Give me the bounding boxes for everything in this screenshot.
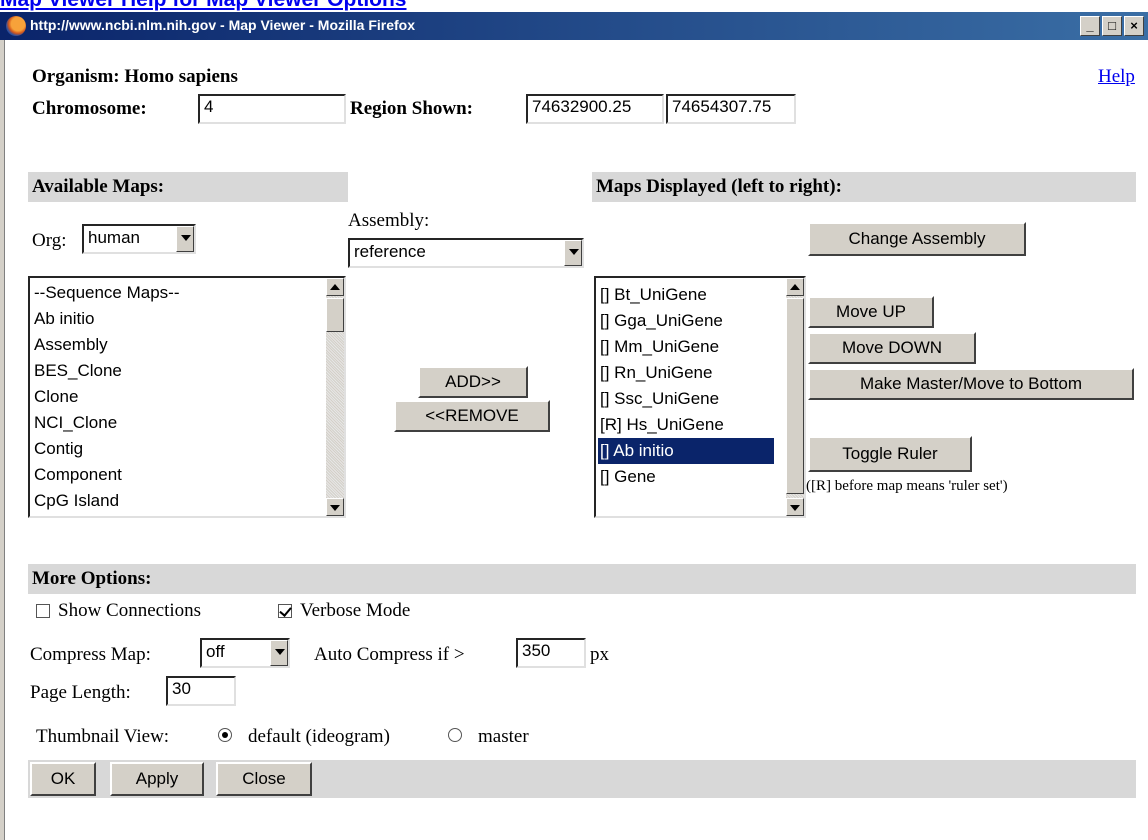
maps-displayed-header: Maps Displayed (left to right): [592, 172, 1136, 202]
displayed-list-scrollbar[interactable] [786, 278, 804, 516]
thumbnail-master-radio[interactable] [448, 728, 462, 742]
scroll-thumb[interactable] [326, 298, 344, 332]
top-help-link[interactable]: Map Viewer Help for Map Viewer Options [0, 0, 700, 12]
apply-button[interactable]: Apply [110, 762, 204, 796]
thumbnail-master-label: master [478, 726, 529, 747]
assembly-select-value: reference [354, 242, 426, 261]
toggle-ruler-button[interactable]: Toggle Ruler [808, 436, 972, 472]
ruler-note: ([R] before map means 'ruler set') [806, 478, 1008, 494]
thumbnail-default-radio[interactable] [218, 728, 232, 742]
page-length-label: Page Length: [30, 682, 131, 703]
list-item[interactable]: Contig [34, 436, 83, 462]
list-item[interactable]: [] Rn_UniGene [600, 360, 712, 386]
scroll-down-icon[interactable] [786, 498, 804, 516]
auto-compress-input[interactable]: 350 [516, 638, 586, 668]
region-end-input[interactable]: 74654307.75 [666, 94, 796, 124]
available-maps-list[interactable]: --Sequence Maps-- Ab initio Assembly BES… [28, 276, 346, 518]
minimize-button[interactable]: _ [1080, 16, 1100, 36]
chevron-down-icon [176, 226, 194, 252]
scroll-up-icon[interactable] [786, 278, 804, 296]
verbose-mode-label: Verbose Mode [300, 600, 411, 621]
show-connections-checkbox[interactable] [36, 604, 50, 618]
list-item[interactable]: Ab initio [34, 306, 94, 332]
scroll-thumb[interactable] [786, 298, 804, 494]
help-link[interactable]: Help [1098, 66, 1135, 88]
organism-row: Organism: Homo sapiens [32, 66, 238, 88]
assembly-label: Assembly: [348, 210, 430, 231]
chevron-down-icon [270, 640, 288, 666]
add-button[interactable]: ADD>> [418, 366, 528, 398]
maps-displayed-list[interactable]: [] Bt_UniGene [] Gga_UniGene [] Mm_UniGe… [594, 276, 806, 518]
maximize-button[interactable]: □ [1102, 16, 1122, 36]
list-item[interactable]: Clone [34, 384, 78, 410]
thumbnail-default-label: default (ideogram) [248, 726, 390, 747]
compress-map-value: off [206, 642, 225, 661]
list-item-selected[interactable]: [] Ab initio [597, 437, 775, 465]
list-item[interactable]: [] Mm_UniGene [600, 334, 719, 360]
organism-label: Organism: [32, 66, 120, 87]
available-list-scrollbar[interactable] [326, 278, 344, 516]
org-select[interactable]: human [82, 224, 196, 254]
chromosome-input[interactable]: 4 [198, 94, 346, 124]
available-maps-heading: Available Maps: [32, 176, 165, 197]
more-options-header: More Options: [28, 564, 1136, 594]
make-master-button[interactable]: Make Master/Move to Bottom [808, 368, 1134, 400]
org-label: Org: [32, 230, 67, 251]
show-connections-label: Show Connections [58, 600, 202, 621]
list-item[interactable]: CpG Island [34, 488, 119, 514]
window-frame-left [0, 40, 5, 840]
close-button[interactable]: Close [216, 762, 312, 796]
thumbnail-view-label: Thumbnail View: [36, 726, 170, 747]
firefox-icon [6, 16, 26, 36]
auto-compress-label: Auto Compress if > [314, 644, 465, 665]
list-item[interactable]: [] Ssc_UniGene [600, 386, 719, 412]
list-item[interactable]: BES_Clone [34, 358, 122, 384]
list-item[interactable]: [] Gene [600, 464, 656, 490]
move-down-button[interactable]: Move DOWN [808, 332, 976, 364]
list-item[interactable]: [R] Hs_UniGene [600, 412, 724, 438]
auto-compress-unit: px [590, 644, 609, 665]
chevron-down-icon [564, 240, 582, 266]
window-title: http://www.ncbi.nlm.nih.gov - Map Viewer… [30, 17, 416, 33]
list-item[interactable]: --Sequence Maps-- [34, 280, 180, 306]
scroll-down-icon[interactable] [326, 498, 344, 516]
assembly-select[interactable]: reference [348, 238, 584, 268]
chromosome-label: Chromosome: [32, 98, 147, 119]
org-select-value: human [88, 228, 140, 247]
organism-value: Homo sapiens [124, 66, 238, 87]
change-assembly-button[interactable]: Change Assembly [808, 222, 1026, 256]
list-item[interactable]: Assembly [34, 332, 108, 358]
compress-map-select[interactable]: off [200, 638, 290, 668]
maps-displayed-heading: Maps Displayed (left to right): [596, 176, 842, 197]
available-maps-header: Available Maps: [28, 172, 348, 202]
list-item[interactable]: [] Gga_UniGene [600, 308, 723, 334]
region-start-input[interactable]: 74632900.25 [526, 94, 664, 124]
close-window-button[interactable]: × [1124, 16, 1144, 36]
verbose-mode-checkbox[interactable] [278, 604, 292, 618]
region-label: Region Shown: [350, 98, 473, 119]
compress-map-label: Compress Map: [30, 644, 151, 665]
list-item[interactable]: NCI_Clone [34, 410, 117, 436]
scroll-up-icon[interactable] [326, 278, 344, 296]
page-length-input[interactable]: 30 [166, 676, 236, 706]
list-item[interactable]: [] Bt_UniGene [600, 282, 707, 308]
window-titlebar: http://www.ncbi.nlm.nih.gov - Map Viewer… [0, 12, 1148, 40]
list-item[interactable]: Component [34, 462, 122, 488]
remove-button[interactable]: <<REMOVE [394, 400, 550, 432]
more-options-heading: More Options: [32, 568, 152, 589]
move-up-button[interactable]: Move UP [808, 296, 934, 328]
ok-button[interactable]: OK [30, 762, 96, 796]
